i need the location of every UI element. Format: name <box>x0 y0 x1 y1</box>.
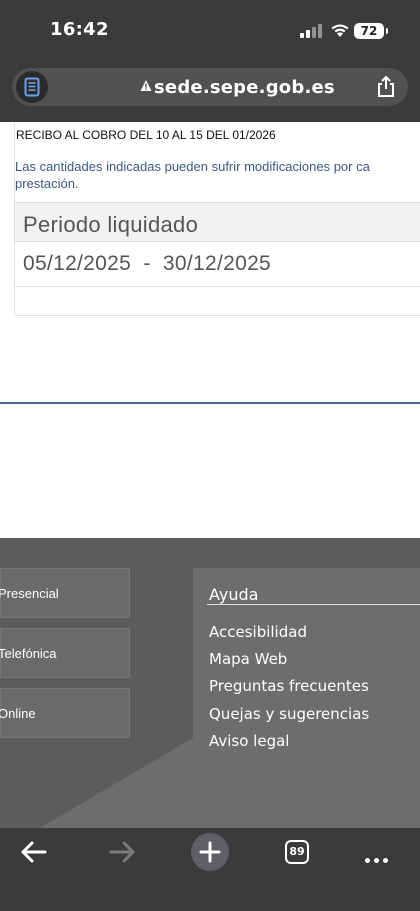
period-divider <box>15 286 420 287</box>
period-label: Periodo liquidado <box>23 212 199 237</box>
site-footer: Presencial Telefónica Online Ayuda Acces… <box>0 538 420 828</box>
share-icon[interactable] <box>375 75 397 103</box>
contact-online-button[interactable]: Online <box>0 688 130 738</box>
tabs-button[interactable]: 89 <box>285 840 309 864</box>
url-label: sede.sepe.gob.es <box>154 77 335 98</box>
link-mapa-web[interactable]: Mapa Web <box>209 650 287 668</box>
notice-line-1: Las cantidades indicadas pueden sufrir m… <box>15 159 370 174</box>
notice-line-2: prestación. <box>15 176 79 191</box>
period-dates: 05/12/2025 - 30/12/2025 <box>23 252 272 275</box>
browser-address-area: sede.sepe.gob.es <box>0 60 420 122</box>
forward-icon[interactable] <box>108 840 136 868</box>
link-preguntas-frecuentes[interactable]: Preguntas frecuentes <box>209 677 369 695</box>
contact-telefonica-button[interactable]: Telefónica <box>0 628 130 678</box>
section-divider <box>0 402 420 404</box>
url-text[interactable]: sede.sepe.gob.es <box>140 77 335 98</box>
status-bar: 16:42 72 <box>0 0 420 60</box>
help-title: Ayuda <box>209 585 259 604</box>
link-accesibilidad[interactable]: Accesibilidad <box>209 623 307 641</box>
page-content: RECIBO AL COBRO DEL 10 AL 15 DEL 01/2026… <box>0 122 420 538</box>
help-underline <box>207 604 420 605</box>
new-tab-button[interactable] <box>191 833 229 871</box>
battery-icon: 72 <box>354 23 388 39</box>
status-time: 16:42 <box>50 19 109 40</box>
more-icon[interactable] <box>365 848 392 867</box>
link-aviso-legal[interactable]: Aviso legal <box>209 732 289 750</box>
receipt-title: RECIBO AL COBRO DEL 10 AL 15 DEL 01/2026 <box>16 128 276 142</box>
reader-icon <box>24 77 40 97</box>
contact-presencial-button[interactable]: Presencial <box>0 568 130 618</box>
reader-mode-button[interactable] <box>16 71 48 103</box>
link-quejas-sugerencias[interactable]: Quejas y sugerencias <box>209 705 369 723</box>
address-bar[interactable]: sede.sepe.gob.es <box>12 68 408 106</box>
notice-text: Las cantidades indicadas pueden sufrir m… <box>15 158 420 192</box>
wifi-icon <box>330 22 350 42</box>
cellular-signal-icon <box>300 24 324 38</box>
warning-icon <box>140 80 152 91</box>
back-icon[interactable] <box>20 840 48 868</box>
plus-icon <box>199 841 221 863</box>
period-header: Periodo liquidado <box>15 202 420 242</box>
browser-toolbar: 89 <box>0 828 420 911</box>
